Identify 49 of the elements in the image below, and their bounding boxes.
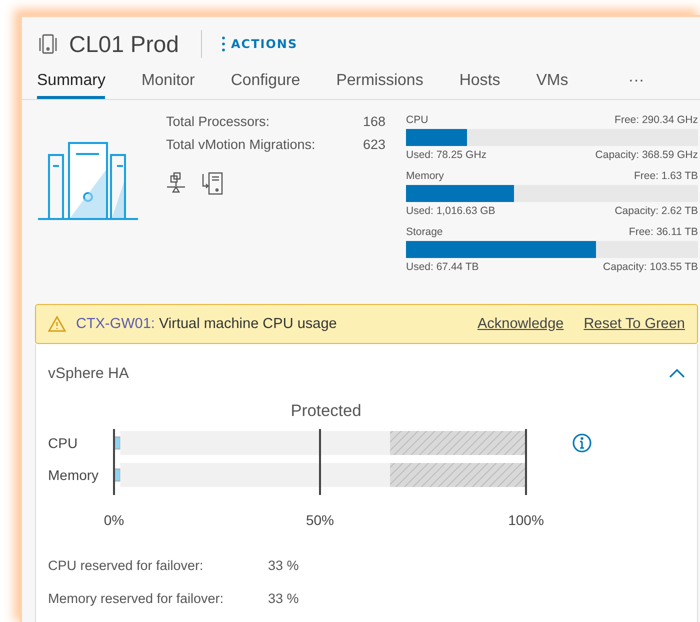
capacity-text: Capacity: 368.59 GHz xyxy=(595,149,698,161)
free-text: Free: 290.34 GHz xyxy=(614,114,698,126)
capacity-text: Capacity: 103.55 TB xyxy=(603,261,698,273)
detail-value: 33 % xyxy=(268,591,299,606)
warning-icon xyxy=(48,316,66,332)
chart-title: Protected xyxy=(290,402,362,421)
tab[interactable]: Hosts xyxy=(459,71,500,99)
kebab-icon xyxy=(222,36,225,52)
host-network-icon xyxy=(166,172,186,194)
detail-label: CPU reserved for failover: xyxy=(48,558,204,573)
vm-link[interactable]: CTX-GW01: xyxy=(76,316,155,332)
actions-button[interactable]: ACTIONS xyxy=(222,36,298,52)
category-label: CPU xyxy=(48,435,78,451)
axis-tick-label: 50% xyxy=(306,512,334,528)
collapse-button[interactable] xyxy=(669,368,685,378)
server-migrate-icon xyxy=(200,172,224,196)
alert-action-link[interactable]: Reset To Green xyxy=(584,316,685,332)
axis-tick-label: 0% xyxy=(104,512,124,528)
used-text: Used: 1,016.63 GB xyxy=(406,205,496,217)
alert-message: CTX-GW01: Virtual machine CPU usage xyxy=(76,316,338,332)
server-cluster-icon xyxy=(37,142,139,222)
tab[interactable]: Permissions xyxy=(336,71,424,99)
tab[interactable]: VMs xyxy=(536,71,568,99)
tab[interactable]: Summary xyxy=(37,71,106,99)
detail-label: Memory reserved for failover: xyxy=(48,591,225,606)
resource-name: CPU xyxy=(406,114,428,126)
chevron-icon xyxy=(669,368,685,378)
free-text: Free: 36.11 TB xyxy=(628,226,698,238)
stat-value: 168 xyxy=(363,114,386,131)
detail-value: 33 % xyxy=(268,558,299,573)
free-text: Free: 1.63 TB xyxy=(634,170,698,182)
tab[interactable]: Monitor xyxy=(141,71,195,99)
stat-label: Total vMotion Migrations: xyxy=(166,137,316,154)
axis-tick-label: 100% xyxy=(508,512,544,528)
category-label: Memory xyxy=(48,467,99,483)
used-text: Used: 67.44 TB xyxy=(406,261,479,273)
info-icon[interactable] xyxy=(572,433,592,453)
alert-action-link[interactable]: Acknowledge xyxy=(477,316,564,332)
resource-name: Memory xyxy=(406,170,444,182)
stat-label: Total Processors: xyxy=(166,114,271,131)
resource-name: Storage xyxy=(406,226,443,238)
cluster-icon xyxy=(37,33,59,55)
used-text: Used: 78.25 GHz xyxy=(406,149,487,161)
stat-value: 623 xyxy=(363,137,386,154)
card-title: vSphere HA xyxy=(48,364,129,382)
tab[interactable]: ··· xyxy=(628,71,644,99)
capacity-text: Capacity: 2.62 TB xyxy=(614,205,698,217)
tab[interactable]: Configure xyxy=(230,71,300,99)
page-title: CL01 Prod xyxy=(69,30,179,58)
